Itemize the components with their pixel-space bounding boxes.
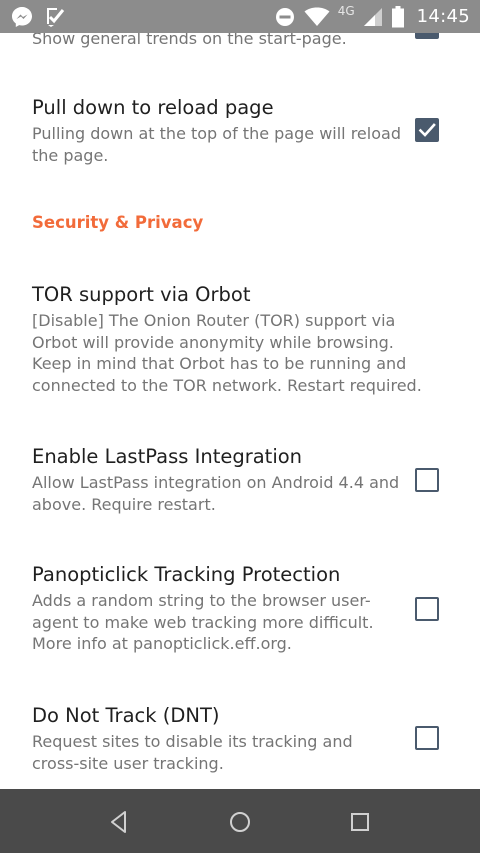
wifi-icon — [304, 7, 330, 27]
pref-summary: [Disable] The Onion Router (TOR) support… — [32, 311, 422, 395]
battery-icon — [391, 5, 405, 28]
status-bar: 4G 14:45 — [0, 0, 480, 33]
pref-lastpass[interactable]: Enable LastPass Integration Allow LastPa… — [32, 444, 452, 515]
checkbox-do-not-track[interactable] — [415, 726, 439, 750]
checkmark-icon — [418, 123, 436, 137]
checkbox-lastpass[interactable] — [415, 468, 439, 492]
pref-summary: Adds a random string to the browser user… — [32, 591, 374, 653]
screen: Show general trends on the start-page. P… — [0, 0, 480, 853]
pref-tor-orbot[interactable]: TOR support via Orbot [Disable] The Onio… — [32, 282, 452, 396]
recents-button[interactable] — [345, 807, 375, 837]
pref-title: Panopticlick Tracking Protection — [32, 563, 341, 586]
pref-summary: Allow LastPass integration on Android 4.… — [32, 473, 400, 514]
network-type: 4G — [337, 3, 355, 18]
pref-title: Pull down to reload page — [32, 96, 274, 119]
pref-title: Enable LastPass Integration — [32, 445, 303, 468]
check-app-icon — [44, 6, 66, 28]
checkbox-panopticlick[interactable] — [415, 597, 439, 621]
back-icon — [111, 811, 126, 833]
messenger-icon — [10, 5, 34, 29]
back-button[interactable] — [105, 807, 135, 837]
home-button[interactable] — [225, 807, 255, 837]
section-header-security: Security & Privacy — [32, 213, 204, 232]
do-not-disturb-icon — [274, 6, 296, 28]
recents-icon — [351, 813, 369, 831]
pref-panopticlick[interactable]: Panopticlick Tracking Protection Adds a … — [32, 562, 452, 655]
pref-summary: Request sites to disable its tracking an… — [32, 732, 353, 773]
settings-list[interactable]: Show general trends on the start-page. P… — [0, 0, 480, 789]
cell-signal-icon — [363, 7, 383, 27]
pref-title: TOR support via Orbot — [32, 283, 251, 306]
navigation-bar — [0, 789, 480, 853]
pref-pull-down-reload[interactable]: Pull down to reload page Pulling down at… — [32, 95, 452, 166]
home-icon — [230, 812, 250, 832]
pref-do-not-track[interactable]: Do Not Track (DNT) Request sites to disa… — [32, 703, 452, 774]
checkbox-pull-down-reload[interactable] — [415, 118, 439, 142]
status-time: 14:45 — [416, 6, 470, 27]
pref-summary: Pulling down at the top of the page will… — [32, 124, 401, 165]
pref-title: Do Not Track (DNT) — [32, 704, 220, 727]
